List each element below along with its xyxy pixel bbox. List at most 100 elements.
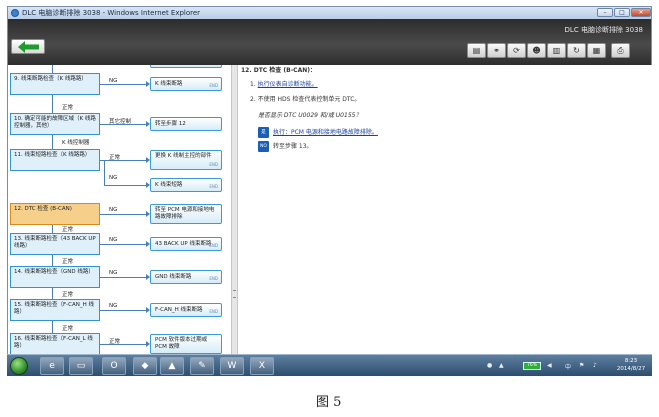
connector	[100, 244, 146, 245]
target-label: 转至步骤 12	[155, 121, 186, 127]
print-icon[interactable]: ▤	[467, 43, 486, 58]
target-index: END	[209, 162, 218, 167]
maximize-button[interactable]: □	[614, 8, 630, 17]
grip-icon	[233, 290, 236, 298]
splitter-handle[interactable]	[231, 65, 238, 361]
flow-target[interactable]: GND 线束断路 END	[150, 270, 222, 284]
detail-question: 是否显示 DTC U0029 和/或 U0155？	[258, 112, 362, 119]
word-icon[interactable]: W	[220, 357, 244, 375]
minimize-button[interactable]: –	[597, 8, 613, 17]
flow-step-12-current[interactable]: 12. DTC 检查 (B-CAN)	[10, 203, 100, 225]
document-icon[interactable]: ▦	[587, 43, 606, 58]
flow-target[interactable]: F-CAN_H 线束断路 END	[150, 303, 222, 317]
target-label: 43 BACK UP 线束断路	[155, 241, 212, 247]
connector	[100, 277, 146, 278]
chart-icon[interactable]: ▥	[547, 43, 566, 58]
flow-between-label: 正常	[62, 326, 74, 332]
folder-icon[interactable]: ▭	[69, 357, 93, 375]
flow-between-label: K 线控制器	[62, 140, 90, 146]
clock[interactable]: 8:23 2014/8/27	[613, 357, 649, 373]
reload-icon[interactable]: ↻	[567, 43, 586, 58]
connector	[100, 160, 146, 161]
battery-indicator[interactable]: 76%	[523, 362, 541, 370]
tray-arrow-icon[interactable]: ▲	[499, 362, 504, 369]
target-label: K 线束短路	[155, 182, 183, 188]
flow-between-label: 正常	[62, 227, 74, 233]
connector	[100, 214, 146, 215]
connector	[100, 344, 146, 345]
yes-icon[interactable]: 是	[258, 127, 269, 138]
detail-item-1: 1. 执行仪表自诊断功能。	[250, 81, 318, 89]
target-index: END	[209, 243, 218, 248]
no-action: 转至步骤 13。	[273, 143, 313, 150]
left-arrow-icon	[18, 41, 39, 53]
connector	[100, 124, 146, 125]
ie-icon	[11, 9, 19, 17]
ie-window: DLC 电脑诊断排除 3038 - Windows Internet Explo…	[7, 6, 653, 376]
input-method-icon[interactable]: 中	[565, 362, 571, 371]
flow-target[interactable]: K 线束短路 END	[150, 178, 222, 192]
no-icon[interactable]: NO	[258, 141, 269, 152]
link-icon[interactable]: ⚭	[487, 43, 506, 58]
start-button[interactable]	[10, 357, 28, 375]
window-title: DLC 电脑诊断排除 3038 - Windows Internet Explo…	[22, 9, 201, 17]
flow-target[interactable]: 更换 K 线制主控的部件 END	[150, 150, 222, 170]
flag-icon[interactable]: ⚑	[579, 362, 584, 369]
flow-between-label: 正常	[62, 105, 74, 111]
target-index: END	[209, 83, 218, 88]
printer-icon[interactable]: ⎙	[611, 43, 630, 58]
target-label: 更换 K 线制主控的部件	[155, 153, 212, 159]
flow-step-10[interactable]: 10. 确定可能的故障区域（K 线路控制器，其他）	[10, 113, 100, 135]
flowchart-panel[interactable]: 9. 线束断路检查（K 线路路） NG K 线束断路 END 正常 10. 确定可…	[8, 65, 231, 361]
outlook-icon[interactable]: O	[102, 357, 126, 375]
app-icon[interactable]: ◆	[133, 357, 157, 375]
yes-action: 执行：PCM 电源和接地电路故障排除。	[273, 129, 378, 137]
flow-step-15[interactable]: 15. 线束断路检查（F-CAN_H 线路）	[10, 299, 100, 321]
flow-step-14[interactable]: 14. 线束断路检查（GND 线路）	[10, 266, 100, 288]
flow-step-13[interactable]: 13. 线束断路检查（43 BACK UP 线路）	[10, 233, 100, 255]
flow-between-label: 正常	[62, 259, 74, 265]
connector	[52, 135, 53, 149]
target-label: GND 线束断路	[155, 274, 192, 280]
flow-step-16[interactable]: 16. 线束断路检查（F-CAN_L 线路）	[10, 333, 100, 355]
clock-time: 8:23	[624, 358, 638, 364]
person-icon[interactable]: ☻	[527, 43, 546, 58]
connector	[52, 288, 53, 299]
clock-date: 2014/8/27	[616, 366, 646, 372]
self-diagnosis-link[interactable]: 执行仪表自诊断功能。	[258, 81, 318, 88]
paint-icon[interactable]: ✎	[190, 357, 214, 375]
close-button[interactable]: ✕	[631, 8, 651, 17]
flow-target[interactable]: K 线束断路 END	[150, 77, 222, 91]
branch-label: NG	[109, 270, 118, 276]
flow-step-9[interactable]: 9. 线束断路检查（K 线路路）	[10, 73, 100, 95]
flow-target[interactable]: PCM 软件版本过期或 PCM 故障	[150, 334, 222, 354]
ie-icon[interactable]: e	[40, 357, 64, 375]
network-icon[interactable]: ●	[487, 362, 492, 369]
speaker-icon[interactable]: ♪	[593, 362, 597, 369]
sync-icon[interactable]: ⟳	[507, 43, 526, 58]
flow-target[interactable]: 转至 PCM 电源和接地电路故障排除	[150, 204, 222, 224]
excel-icon[interactable]: X	[250, 357, 274, 375]
flow-target[interactable]: 转至步骤 12	[150, 117, 222, 131]
target-index: END	[209, 309, 218, 314]
app-header: DLC 电脑诊断排除 3038 ▤ ⚭ ⟳ ☻ ▥ ↻ ▦ ⎙	[8, 19, 651, 65]
volume-icon[interactable]: ◀	[547, 362, 552, 369]
connector	[52, 65, 53, 73]
flow-step-11[interactable]: 11. 线束短路检查（K 线路路）	[10, 149, 100, 171]
flow-target-partial[interactable]	[150, 65, 222, 68]
figure-caption: 图 5	[316, 395, 342, 410]
detail-heading: 12. DTC 检查 (B-CAN)：	[241, 67, 316, 74]
connector	[52, 95, 53, 113]
title-bar: DLC 电脑诊断排除 3038 - Windows Internet Explo…	[8, 7, 651, 19]
app-title: DLC 电脑诊断排除 3038	[564, 26, 643, 34]
branch-label: NG	[109, 175, 118, 181]
target-label: F-CAN_H 线束断路	[155, 307, 203, 313]
screenshot-root: DLC 电脑诊断排除 3038 - Windows Internet Explo…	[0, 0, 659, 417]
back-button[interactable]	[11, 39, 45, 54]
connector	[100, 310, 146, 311]
pcm-power-ground-link[interactable]: 执行：PCM 电源和接地电路故障排除。	[273, 129, 378, 136]
pdf-icon[interactable]: ▲	[160, 357, 184, 375]
detail-item-2: 2. 不使用 HDS 检查代表控制单元 DTC。	[250, 96, 361, 103]
flow-target[interactable]: 43 BACK UP 线束断路 END	[150, 237, 222, 251]
target-label: PCM 软件版本过期或 PCM 故障	[155, 337, 208, 350]
